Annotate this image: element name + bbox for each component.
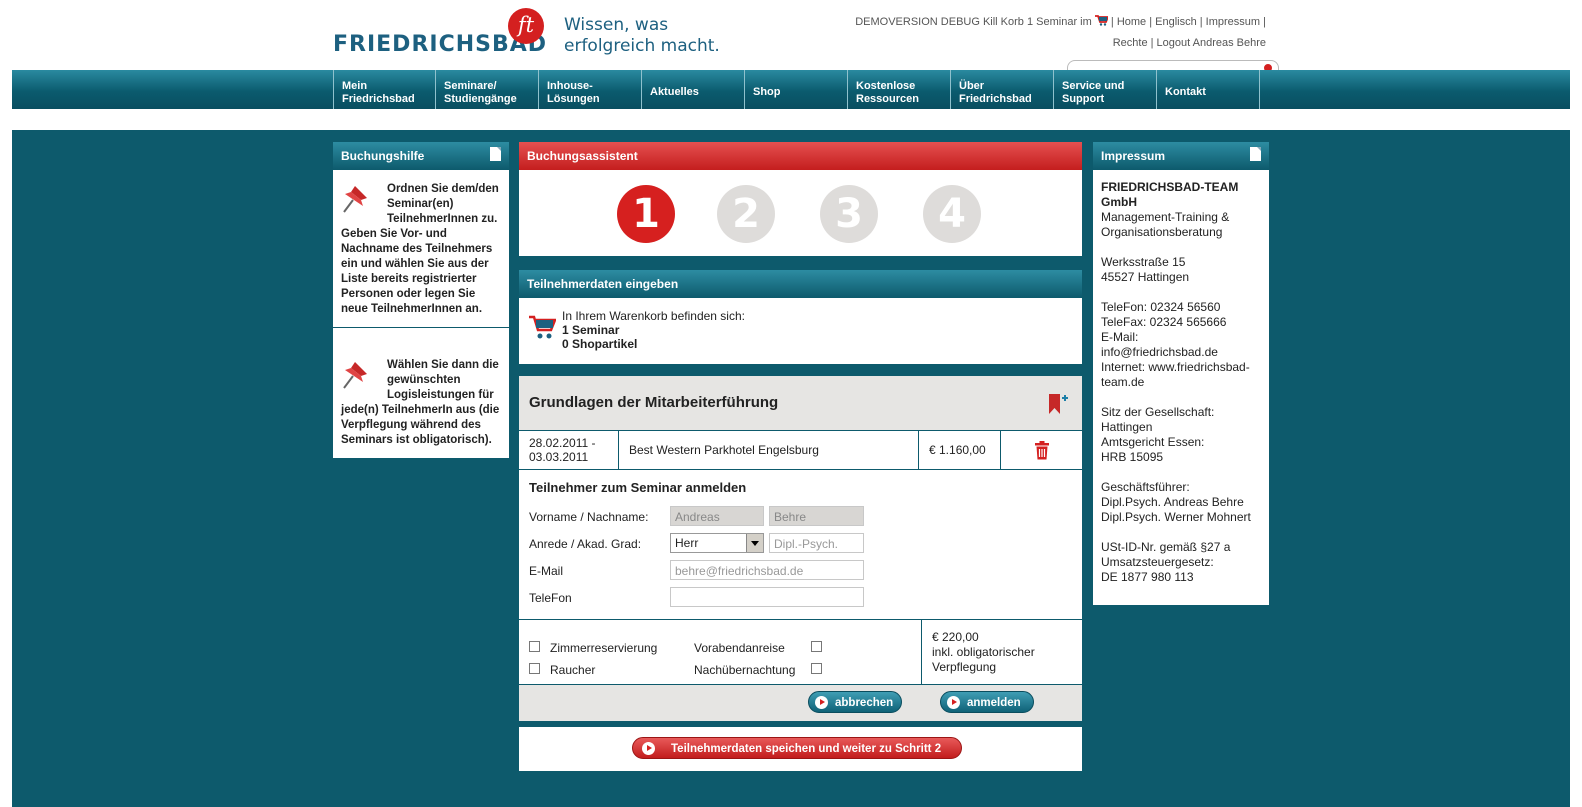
pushpin-icon [343,186,367,213]
wizard-header: Buchungsassistent [519,142,1082,170]
shopping-cart-icon [529,315,556,339]
impressum-panel: Impressum FRIEDRICHSBAD-TEAM GmbH Manage… [1093,142,1269,605]
save-continue-button[interactable]: Teilnehmerdaten speichen und weiter zu S… [632,737,962,759]
nav-item-service[interactable]: Service und Support [1054,70,1157,109]
logo-mark-icon: ft [508,8,544,44]
salutation-label: Anrede / Akad. Grad: [529,537,642,551]
arrival-label: Vorabendanreise [694,641,785,655]
participant-form: Teilnehmer zum Seminar anmelden Vorname … [519,470,1082,619]
lastname-field[interactable]: Behre [769,506,864,526]
impressum-content: FRIEDRICHSBAD-TEAM GmbH Management-Train… [1093,170,1269,605]
arrival-checkbox[interactable] [811,641,822,652]
step-3[interactable]: 3 [820,185,878,243]
night-checkbox[interactable] [811,663,822,674]
night-label: Nachübernachtung [694,663,796,677]
slogan-line-2: erfolgreich macht. [564,36,720,56]
add-bookmark-icon[interactable] [1048,392,1068,416]
document-icon[interactable] [490,147,501,161]
nav-item-ressourcen[interactable]: Kostenlose Ressourcen [848,70,951,109]
slogan-line-1: Wissen, was [564,15,669,35]
seminar-date: 28.02.2011 - 03.03.2011 [519,431,619,469]
form-title: Teilnehmer zum Seminar anmelden [529,480,747,495]
smoker-label: Raucher [550,663,596,677]
arrow-right-icon [815,696,828,709]
cart-icon[interactable] [1094,15,1108,26]
phone-label: TeleFon [529,591,572,605]
nav-item-seminare[interactable]: Seminare/ Studiengänge [436,70,539,109]
company-fax: TeleFax: 02324 565666 [1101,315,1227,329]
company-phone: TeleFon: 02324 56560 [1101,300,1221,314]
nav-item-shop[interactable]: Shop [745,70,848,109]
step-4[interactable]: 4 [923,185,981,243]
wizard-steps: 1 2 3 4 [519,170,1082,256]
smoker-checkbox[interactable] [529,663,540,674]
step-2[interactable]: 2 [717,185,775,243]
chevron-down-icon[interactable] [746,534,763,552]
degree-field[interactable]: Dipl.-Psych. [769,533,864,553]
save-bar: Teilnehmerdaten speichen und weiter zu S… [519,727,1082,771]
arrow-right-icon [947,696,960,709]
help-text-1: Ordnen Sie dem/den Seminar(en) Teilnehme… [333,170,509,327]
cart-shop-count: 0 Shopartikel [562,337,638,351]
main-navigation: Mein Friedrichsbad Seminare/ Studiengäng… [12,70,1570,109]
nav-item-aktuelles[interactable]: Aktuelles [642,70,745,109]
delete-seminar[interactable] [1001,431,1082,469]
top-links-main[interactable]: | Home | Englisch | Impressum | [1111,16,1266,28]
seminar-title: Grundlagen der Mitarbeiterführung [529,394,779,411]
address-street: Werksstraße 15 [1101,255,1186,269]
company-email[interactable]: info@friedrichsbad.de [1101,345,1218,359]
nav-item-kontakt[interactable]: Kontakt [1157,70,1260,109]
booking-wizard: Buchungsassistent 1 2 3 4 Teilnehmerdate… [519,142,1082,771]
cancel-button[interactable]: abbrechen [808,691,902,713]
seminar-row: 28.02.2011 - 03.03.2011 Best Western Par… [519,430,1082,470]
firstname-field[interactable]: Andreas [670,506,764,526]
arrow-right-icon [642,742,655,755]
cart-summary: In Ihrem Warenkorb befinden sich: 1 Semi… [519,298,1082,364]
pushpin-icon [343,362,367,389]
seminar-card: Grundlagen der Mitarbeiterführung 28.02.… [519,376,1082,721]
salutation-value: Herr [675,536,699,550]
phone-field[interactable] [670,587,864,607]
form-actions: abbrechen anmelden [519,684,1082,721]
register-button[interactable]: anmelden [940,691,1034,713]
top-links-rights-logout[interactable]: Rechte | Logout Andreas Behre [855,33,1266,54]
lodging-options: Zimmerreservierung Raucher Vorabendanrei… [519,619,1082,684]
seminar-price: € 1.160,00 [919,431,1001,469]
debug-cart-text[interactable]: DEMOVERSION DEBUG Kill Korb 1 Seminar im [855,16,1092,28]
slogan: Wissen, was erfolgreich macht. [564,15,720,57]
email-label: E-Mail [529,564,564,578]
nav-item-ueber[interactable]: Über Friedrichsbad [951,70,1054,109]
impressum-title: Impressum [1101,149,1166,163]
booking-help-panel: Buchungshilfe Ordnen Sie dem/den Seminar… [333,142,509,458]
booking-help-title: Buchungshilfe [341,149,425,163]
help-text-2: Wählen Sie dann die gewünschten Logislei… [333,328,509,458]
nav-item-mein-friedrichsbad[interactable]: Mein Friedrichsbad [333,70,436,109]
salutation-select[interactable]: Herr [670,533,764,553]
participant-header: Teilnehmerdaten eingeben [519,270,1082,298]
nav-item-inhouse[interactable]: Inhouse-Lösungen [539,70,642,109]
company-website[interactable]: Internet: www.friedrichsbad- [1101,360,1250,374]
cart-line-1: In Ihrem Warenkorb befinden sich: [562,309,745,323]
step-1[interactable]: 1 [617,185,675,243]
room-checkbox[interactable] [529,641,540,652]
trash-icon[interactable] [1034,440,1050,460]
room-label: Zimmerreservierung [550,641,658,655]
document-icon[interactable] [1250,147,1261,161]
lodging-price: € 220,00 inkl. obligatorischer Verpflegu… [932,630,1035,674]
email-field[interactable]: behre@friedrichsbad.de [670,560,864,580]
cart-seminar-count: 1 Seminar [562,323,620,337]
top-links: DEMOVERSION DEBUG Kill Korb 1 Seminar im… [855,12,1266,54]
seminar-title-bar: Grundlagen der Mitarbeiterführung [519,376,1082,430]
name-label: Vorname / Nachname: [529,510,649,524]
impressum-header: Impressum [1093,142,1269,170]
booking-help-header: Buchungshilfe [333,142,509,170]
seminar-hotel: Best Western Parkhotel Engelsburg [619,431,919,469]
company-name: FRIEDRICHSBAD-TEAM GmbH [1101,180,1239,209]
address-city: 45527 Hattingen [1101,270,1190,284]
